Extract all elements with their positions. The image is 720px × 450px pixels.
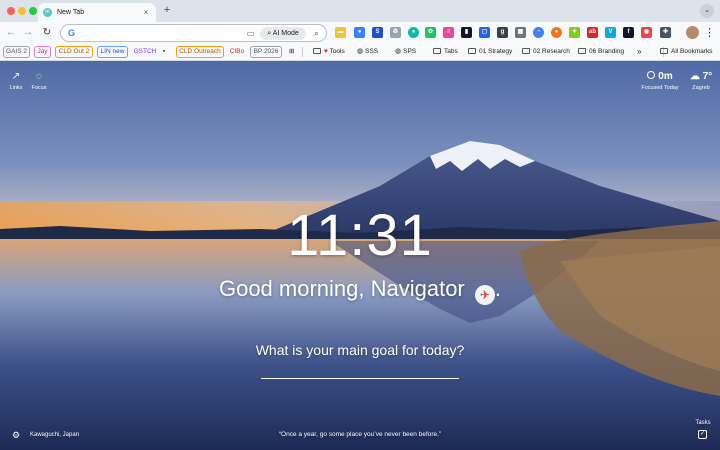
bookmark-folder[interactable]: Tabs bbox=[433, 46, 458, 58]
extension-lime-icon[interactable]: ✦ bbox=[569, 27, 580, 38]
links-button[interactable]: ↗ Links bbox=[5, 71, 27, 91]
close-icon[interactable]: × bbox=[141, 8, 151, 17]
folder-icon bbox=[433, 47, 441, 54]
new-tab-button[interactable]: + bbox=[161, 4, 173, 16]
compass-icon: ✈ bbox=[474, 285, 495, 305]
extension-v-icon[interactable]: V bbox=[605, 27, 616, 38]
ai-mode-button[interactable]: ⌕ AI Mode bbox=[260, 27, 306, 40]
extension-puzzle-green-icon[interactable]: ✿ bbox=[425, 27, 436, 38]
focused-today-widget[interactable]: 0m Focused Today bbox=[640, 71, 680, 91]
globe-icon: ◍ bbox=[395, 48, 402, 55]
folder-icon bbox=[578, 47, 586, 54]
extension-recycle-icon[interactable]: ♻ bbox=[390, 27, 401, 38]
extension-blue-circle-icon[interactable]: ◔ bbox=[533, 27, 544, 38]
bookmark-link[interactable]: ♥ Tools bbox=[313, 46, 345, 58]
heart-icon: ♥ bbox=[324, 48, 328, 55]
extension-notes-icon[interactable]: ▬ bbox=[335, 27, 346, 38]
search-icon[interactable]: ⌕ bbox=[311, 28, 322, 39]
profile-avatar[interactable] bbox=[686, 26, 699, 39]
bookmark-chip[interactable]: Jay bbox=[34, 46, 51, 58]
back-button[interactable]: ← bbox=[4, 26, 18, 40]
bookmark-folder[interactable]: 02 Research bbox=[522, 46, 570, 58]
greeting: Good morning, Navigator ✈. bbox=[0, 276, 720, 305]
apps-grid-icon[interactable]: ⊞ bbox=[289, 46, 294, 58]
bookmark-link[interactable]: ◍ SPS bbox=[395, 46, 416, 58]
main-goal-input[interactable] bbox=[261, 365, 459, 379]
bookmark-link[interactable]: ◍ SSS bbox=[357, 46, 378, 58]
focus-ring-icon bbox=[647, 71, 656, 79]
bookmark-chip[interactable]: GAIS 2 bbox=[3, 46, 30, 58]
extension-orange-icon[interactable]: ● bbox=[551, 27, 562, 38]
bookmark-separator bbox=[302, 47, 303, 57]
extension-red-icon[interactable]: ab bbox=[587, 27, 598, 38]
reload-button[interactable]: ↻ bbox=[40, 26, 54, 40]
bookmark-chip[interactable]: CIBo bbox=[228, 46, 246, 58]
more-menu-icon[interactable]: ⋮ bbox=[704, 26, 715, 40]
momentum-icon: m bbox=[43, 8, 52, 17]
folder-icon bbox=[522, 47, 530, 54]
weather-widget[interactable]: ☁ 7° Zagreb bbox=[686, 71, 716, 91]
globe-icon: ◍ bbox=[357, 48, 364, 55]
external-link-icon: ↗ bbox=[11, 71, 21, 82]
bookmark-folder[interactable]: 06 Branding bbox=[578, 46, 624, 58]
bookmark-chip[interactable]: CLD Outreach bbox=[176, 46, 224, 58]
window-minimize-button[interactable] bbox=[18, 7, 26, 15]
forward-button[interactable]: → bbox=[21, 26, 35, 40]
daily-quote[interactable]: “Once a year, go some place you’ve never… bbox=[0, 430, 720, 439]
extension-g-icon[interactable]: g bbox=[497, 27, 508, 38]
tasks-label: Tasks bbox=[695, 420, 711, 426]
window-maximize-button[interactable] bbox=[29, 7, 37, 15]
extensions-puzzle-icon[interactable]: ✚ bbox=[660, 27, 671, 38]
extension-record-icon[interactable]: ◉ bbox=[641, 27, 652, 38]
all-bookmarks-folder[interactable]: All Bookmarks bbox=[660, 46, 713, 58]
focus-button[interactable]: ◌ Focus bbox=[28, 71, 50, 91]
tab-title: New Tab bbox=[57, 9, 85, 16]
cast-icon[interactable]: ▭ bbox=[245, 28, 256, 39]
more-bookmarks-button[interactable]: » bbox=[637, 46, 641, 58]
extension-dark-icon[interactable]: ▮ bbox=[461, 27, 472, 38]
browser-toolbar: ← → ↻ G ▭ ⌕ AI Mode ⌕ ▬ ● S ♻ ● ✿ ≡ ▮ ◻ … bbox=[0, 22, 720, 44]
extension-f-icon[interactable]: f bbox=[623, 27, 634, 38]
new-tab-page: ↗ Links ◌ Focus 0m Focused Today ☁ 7° Za… bbox=[0, 61, 720, 450]
cloud-sun-icon: ☁ bbox=[689, 71, 700, 82]
chat-bubble-icon: ◌ bbox=[36, 71, 42, 82]
bookmark-chip[interactable]: BP 2026 bbox=[250, 46, 282, 58]
extension-pink-icon[interactable]: ≡ bbox=[443, 27, 454, 38]
extension-grid-icon[interactable]: ▦ bbox=[515, 27, 526, 38]
clock: 11:31 bbox=[287, 203, 433, 268]
tab-new-tab[interactable]: m New Tab × bbox=[38, 3, 156, 22]
extension-toggle-icon[interactable]: ● bbox=[354, 27, 365, 38]
bookmark-chip[interactable]: CLD Out 2 bbox=[55, 46, 93, 58]
folder-icon bbox=[660, 47, 668, 54]
tab-strip: m New Tab × + ⌄ bbox=[0, 0, 720, 22]
extension-s-icon[interactable]: S bbox=[372, 27, 383, 38]
folder-icon bbox=[313, 47, 321, 54]
chevron-down-icon[interactable]: ⌄ bbox=[700, 4, 714, 18]
bookmark-square-icon[interactable]: ▪ bbox=[163, 46, 165, 58]
extension-circle-icon[interactable]: ● bbox=[408, 27, 419, 38]
goal-question: What is your main goal for today? bbox=[255, 342, 465, 358]
ai-mode-label: AI Mode bbox=[272, 30, 299, 37]
address-bar[interactable]: G ▭ ⌕ AI Mode ⌕ bbox=[60, 24, 327, 42]
extension-blue-square-icon[interactable]: ◻ bbox=[479, 27, 490, 38]
bookmark-chip[interactable]: GSTCH bbox=[132, 46, 158, 58]
bookmark-chip[interactable]: LIN new bbox=[97, 46, 128, 58]
window-close-button[interactable] bbox=[7, 7, 15, 15]
folder-icon bbox=[468, 47, 476, 54]
google-icon: G bbox=[67, 28, 75, 38]
bookmark-folder[interactable]: 01 Strategy bbox=[468, 46, 512, 58]
tasks-checkbox-icon[interactable]: ✓ bbox=[698, 430, 707, 439]
bookmarks-bar: GAIS 2 Jay CLD Out 2 LIN new GSTCH ▪ CLD… bbox=[0, 44, 720, 61]
